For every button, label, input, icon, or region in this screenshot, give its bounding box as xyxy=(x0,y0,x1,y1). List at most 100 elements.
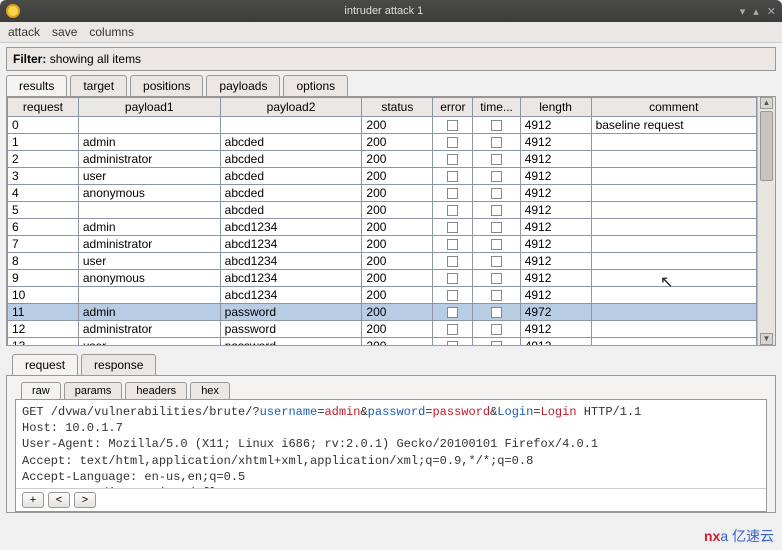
tab-params[interactable]: params xyxy=(64,382,123,399)
table-cell: 200 xyxy=(362,287,433,304)
add-button[interactable]: + xyxy=(22,492,44,508)
table-row[interactable]: 5abcded2004912 xyxy=(8,202,757,219)
tab-positions[interactable]: positions xyxy=(130,75,203,96)
table-row[interactable]: 3userabcded2004912 xyxy=(8,168,757,185)
table-row[interactable]: 6adminabcd12342004912 xyxy=(8,219,757,236)
table-cell: 200 xyxy=(362,134,433,151)
error-checkbox[interactable] xyxy=(447,307,458,318)
timeout-checkbox[interactable] xyxy=(491,137,502,148)
table-cell xyxy=(433,151,473,168)
col-status[interactable]: status xyxy=(362,98,433,117)
error-checkbox[interactable] xyxy=(447,341,458,345)
tab-headers[interactable]: headers xyxy=(125,382,187,399)
tab-options[interactable]: options xyxy=(283,75,348,96)
error-checkbox[interactable] xyxy=(447,222,458,233)
next-button[interactable]: > xyxy=(74,492,96,508)
col-length[interactable]: length xyxy=(520,98,591,117)
table-cell: 200 xyxy=(362,151,433,168)
menu-attack[interactable]: attack xyxy=(8,25,40,39)
timeout-checkbox[interactable] xyxy=(491,154,502,165)
table-cell: 10 xyxy=(8,287,79,304)
timeout-checkbox[interactable] xyxy=(491,171,502,182)
tab-response[interactable]: response xyxy=(81,354,156,375)
scroll-down-icon[interactable]: ▼ xyxy=(760,333,773,345)
error-checkbox[interactable] xyxy=(447,205,458,216)
table-cell xyxy=(433,287,473,304)
results-scrollbar[interactable]: ▲ ▼ xyxy=(757,97,775,345)
table-cell: 4912 xyxy=(520,253,591,270)
close-button[interactable]: ✕ xyxy=(767,5,776,18)
tab-payloads[interactable]: payloads xyxy=(206,75,280,96)
tab-raw[interactable]: raw xyxy=(21,382,61,399)
timeout-checkbox[interactable] xyxy=(491,239,502,250)
timeout-checkbox[interactable] xyxy=(491,273,502,284)
col-comment[interactable]: comment xyxy=(591,98,756,117)
menu-save[interactable]: save xyxy=(52,25,77,39)
error-checkbox[interactable] xyxy=(447,273,458,284)
table-cell: 4912 xyxy=(520,270,591,287)
table-row[interactable]: 10abcd12342004912 xyxy=(8,287,757,304)
col-payload2[interactable]: payload2 xyxy=(220,98,362,117)
error-checkbox[interactable] xyxy=(447,188,458,199)
table-cell: 8 xyxy=(8,253,79,270)
table-cell: abcd1234 xyxy=(220,236,362,253)
scroll-thumb[interactable] xyxy=(760,111,773,181)
tab-target[interactable]: target xyxy=(70,75,127,96)
col-timeout[interactable]: time... xyxy=(473,98,520,117)
timeout-checkbox[interactable] xyxy=(491,188,502,199)
main-tabs: results target positions payloads option… xyxy=(0,75,782,96)
table-row[interactable]: 1adminabcded2004912 xyxy=(8,134,757,151)
results-table[interactable]: request payload1 payload2 status error t… xyxy=(7,97,757,345)
error-checkbox[interactable] xyxy=(447,154,458,165)
tab-hex[interactable]: hex xyxy=(190,382,230,399)
timeout-checkbox[interactable] xyxy=(491,341,502,345)
table-cell: 5 xyxy=(8,202,79,219)
error-checkbox[interactable] xyxy=(447,137,458,148)
error-checkbox[interactable] xyxy=(447,239,458,250)
table-cell: password xyxy=(220,304,362,321)
minimize-button[interactable]: ▾ xyxy=(740,5,746,18)
tab-request[interactable]: request xyxy=(12,354,78,375)
scroll-up-icon[interactable]: ▲ xyxy=(760,97,773,109)
timeout-checkbox[interactable] xyxy=(491,120,502,131)
table-cell: admin xyxy=(78,304,220,321)
error-checkbox[interactable] xyxy=(447,120,458,131)
maximize-button[interactable]: ▴ xyxy=(753,5,759,18)
table-row[interactable]: 11adminpassword2004972 xyxy=(8,304,757,321)
col-payload1[interactable]: payload1 xyxy=(78,98,220,117)
filter-bar[interactable]: Filter: showing all items xyxy=(6,47,776,71)
error-checkbox[interactable] xyxy=(447,171,458,182)
timeout-checkbox[interactable] xyxy=(491,307,502,318)
nav-buttons: + < > xyxy=(16,488,766,511)
timeout-checkbox[interactable] xyxy=(491,256,502,267)
table-cell: user xyxy=(78,338,220,346)
error-checkbox[interactable] xyxy=(447,290,458,301)
table-row[interactable]: 4anonymousabcded2004912 xyxy=(8,185,757,202)
table-row[interactable]: 7administratorabcd12342004912 xyxy=(8,236,757,253)
col-error[interactable]: error xyxy=(433,98,473,117)
table-row[interactable]: 8userabcd12342004912 xyxy=(8,253,757,270)
prev-button[interactable]: < xyxy=(48,492,70,508)
table-row[interactable]: 9anonymousabcd12342004912 xyxy=(8,270,757,287)
table-cell: 4912 xyxy=(520,287,591,304)
table-cell xyxy=(473,168,520,185)
table-cell: 0 xyxy=(8,117,79,134)
error-checkbox[interactable] xyxy=(447,256,458,267)
error-checkbox[interactable] xyxy=(447,324,458,335)
detail-panel: raw params headers hex GET /dvwa/vulnera… xyxy=(6,375,776,513)
table-row[interactable]: 12administratorpassword2004912 xyxy=(8,321,757,338)
timeout-checkbox[interactable] xyxy=(491,324,502,335)
table-row[interactable]: 13userpassword2004912 xyxy=(8,338,757,346)
table-row[interactable]: 2administratorabcded2004912 xyxy=(8,151,757,168)
table-cell: 4912 xyxy=(520,321,591,338)
raw-request-text[interactable]: GET /dvwa/vulnerabilities/brute/?usernam… xyxy=(16,400,766,488)
timeout-checkbox[interactable] xyxy=(491,222,502,233)
timeout-checkbox[interactable] xyxy=(491,205,502,216)
table-row[interactable]: 02004912baseline request xyxy=(8,117,757,134)
menu-columns[interactable]: columns xyxy=(89,25,134,39)
timeout-checkbox[interactable] xyxy=(491,290,502,301)
col-request[interactable]: request xyxy=(8,98,79,117)
table-cell: 200 xyxy=(362,185,433,202)
table-cell: 12 xyxy=(8,321,79,338)
tab-results[interactable]: results xyxy=(6,75,67,96)
